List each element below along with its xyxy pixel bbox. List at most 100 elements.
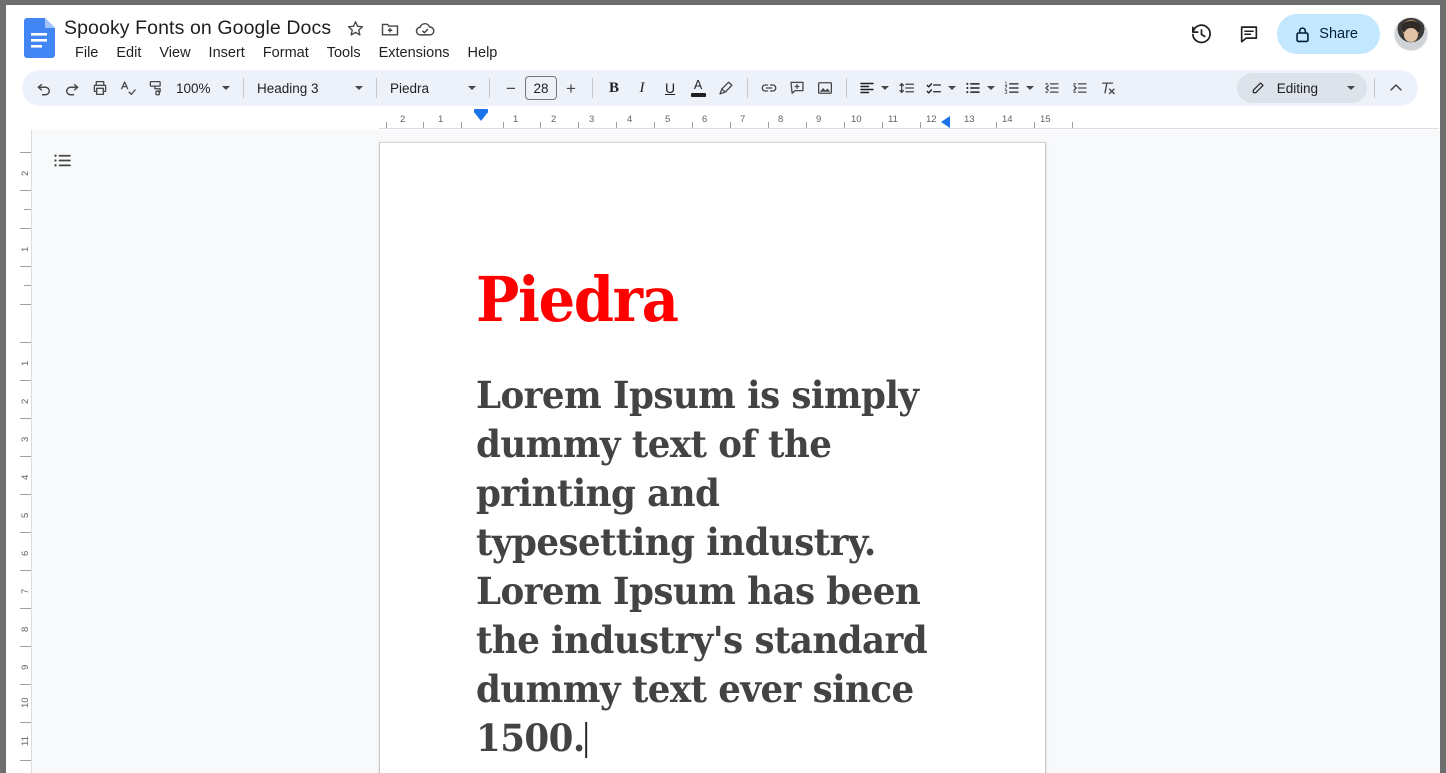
insert-link-icon[interactable] bbox=[755, 74, 783, 102]
menu-insert[interactable]: Insert bbox=[200, 43, 254, 63]
clear-formatting-icon[interactable] bbox=[1094, 74, 1122, 102]
chevron-down-icon bbox=[948, 86, 956, 90]
numbered-list-dropdown[interactable]: 1 2 3 bbox=[999, 74, 1038, 102]
bulleted-list-dropdown[interactable] bbox=[960, 74, 999, 102]
decrease-font-size-button[interactable]: − bbox=[497, 74, 525, 102]
menu-file[interactable]: File bbox=[66, 43, 107, 63]
ruler-number: 15 bbox=[1040, 114, 1051, 125]
ruler-number: 11 bbox=[20, 736, 31, 746]
left-indent-marker[interactable] bbox=[474, 112, 488, 121]
vertical-ruler[interactable]: 2 1 1 2 3 4 5 6 7 8 9 10 11 bbox=[6, 130, 32, 773]
paint-format-icon[interactable] bbox=[142, 74, 170, 102]
font-family-dropdown[interactable]: Piedra bbox=[384, 74, 482, 102]
share-button-label: Share bbox=[1319, 26, 1358, 42]
ruler-tick bbox=[20, 722, 31, 723]
spellcheck-icon[interactable] bbox=[114, 74, 142, 102]
ruler-number: 5 bbox=[665, 114, 670, 125]
menu-format[interactable]: Format bbox=[254, 43, 318, 63]
ruler-tick bbox=[20, 304, 31, 305]
star-icon[interactable] bbox=[344, 18, 366, 40]
user-avatar[interactable] bbox=[1394, 17, 1428, 51]
font-size-input[interactable]: 28 bbox=[525, 76, 557, 100]
svg-text:3: 3 bbox=[1005, 90, 1008, 96]
ruler-baseline bbox=[379, 128, 1439, 129]
increase-font-size-button[interactable]: + bbox=[557, 74, 585, 102]
chevron-down-icon bbox=[355, 86, 363, 90]
underline-button[interactable]: U bbox=[656, 74, 684, 102]
toolbar-separator bbox=[846, 78, 847, 98]
editing-mode-dropdown[interactable]: Editing bbox=[1237, 73, 1367, 103]
collapse-menus-icon[interactable] bbox=[1382, 74, 1410, 102]
ruler-tick bbox=[844, 122, 845, 128]
ruler-tick bbox=[20, 190, 31, 191]
zoom-dropdown[interactable]: 100% bbox=[170, 74, 236, 102]
checklist-dropdown[interactable] bbox=[921, 74, 960, 102]
header-actions: Share bbox=[1181, 14, 1428, 54]
undo-icon[interactable] bbox=[30, 74, 58, 102]
google-docs-logo-icon[interactable] bbox=[23, 18, 55, 58]
text-color-swatch bbox=[691, 93, 706, 97]
move-to-folder-icon[interactable] bbox=[379, 18, 401, 40]
text-cursor bbox=[586, 722, 588, 758]
document-title-row: Spooky Fonts on Google Docs bbox=[64, 17, 436, 40]
ruler-number: 8 bbox=[20, 627, 31, 632]
ruler-tick bbox=[1072, 122, 1073, 128]
bold-icon: B bbox=[609, 80, 619, 97]
line-spacing-icon[interactable] bbox=[893, 74, 921, 102]
redo-icon[interactable] bbox=[58, 74, 86, 102]
menu-help[interactable]: Help bbox=[459, 43, 507, 63]
insert-image-icon[interactable] bbox=[811, 74, 839, 102]
document-outline-icon[interactable] bbox=[44, 142, 80, 178]
toolbar-separator bbox=[376, 78, 377, 98]
document-page[interactable]: Piedra Lorem Ipsum is simply dummy text … bbox=[379, 142, 1046, 773]
text-color-button[interactable]: A bbox=[684, 74, 712, 102]
share-button[interactable]: Share bbox=[1277, 14, 1380, 54]
menu-view[interactable]: View bbox=[150, 43, 199, 63]
cloud-saved-icon[interactable] bbox=[414, 18, 436, 40]
highlight-color-button[interactable] bbox=[712, 74, 740, 102]
ruler-tick bbox=[20, 684, 31, 685]
align-dropdown[interactable] bbox=[854, 74, 893, 102]
comments-icon[interactable] bbox=[1229, 14, 1269, 54]
horizontal-ruler[interactable]: 2 1 1 2 3 4 5 6 7 8 9 10 11 12 13 14 15 bbox=[6, 112, 1440, 130]
toolbar-separator bbox=[243, 78, 244, 98]
decrease-indent-icon[interactable] bbox=[1038, 74, 1066, 102]
ruler-tick bbox=[540, 122, 541, 128]
ruler-number: 4 bbox=[627, 114, 632, 125]
document-canvas: Piedra Lorem Ipsum is simply dummy text … bbox=[32, 130, 1440, 773]
ruler-tick bbox=[20, 418, 31, 419]
paragraph-style-dropdown[interactable]: Heading 3 bbox=[251, 74, 369, 102]
chevron-down-icon bbox=[881, 86, 889, 90]
formatting-toolbar: 100% Heading 3 Piedra − 28 + B I U bbox=[22, 70, 1418, 106]
menu-extensions[interactable]: Extensions bbox=[370, 43, 459, 63]
right-indent-marker[interactable] bbox=[941, 116, 950, 128]
menu-bar: File Edit View Insert Format Tools Exten… bbox=[66, 43, 506, 63]
ruler-tick bbox=[24, 209, 31, 210]
plus-icon: + bbox=[566, 80, 576, 97]
checklist-icon bbox=[925, 79, 943, 97]
ruler-tick bbox=[461, 122, 462, 128]
increase-indent-icon[interactable] bbox=[1066, 74, 1094, 102]
menu-edit[interactable]: Edit bbox=[107, 43, 150, 63]
chevron-down-icon bbox=[468, 86, 476, 90]
ruler-number: 11 bbox=[888, 114, 898, 125]
google-docs-window: Spooky Fonts on Google Docs F bbox=[0, 0, 1446, 773]
ruler-tick bbox=[20, 646, 31, 647]
document-heading[interactable]: Piedra bbox=[476, 269, 941, 331]
ruler-number: 12 bbox=[926, 114, 937, 125]
document-body-paragraph[interactable]: Lorem Ipsum is simply dummy text of the … bbox=[476, 371, 943, 763]
menu-tools[interactable]: Tools bbox=[318, 43, 370, 63]
ruler-tick bbox=[423, 122, 424, 128]
ruler-tick bbox=[654, 122, 655, 128]
ruler-tick bbox=[20, 760, 31, 761]
add-comment-icon[interactable] bbox=[783, 74, 811, 102]
bold-button[interactable]: B bbox=[600, 74, 628, 102]
ruler-number: 2 bbox=[400, 114, 405, 125]
document-title[interactable]: Spooky Fonts on Google Docs bbox=[64, 17, 331, 40]
italic-button[interactable]: I bbox=[628, 74, 656, 102]
underline-icon: U bbox=[665, 80, 675, 96]
print-icon[interactable] bbox=[86, 74, 114, 102]
italic-icon: I bbox=[640, 80, 645, 97]
version-history-icon[interactable] bbox=[1181, 14, 1221, 54]
numbered-list-icon: 1 2 3 bbox=[1003, 79, 1021, 97]
